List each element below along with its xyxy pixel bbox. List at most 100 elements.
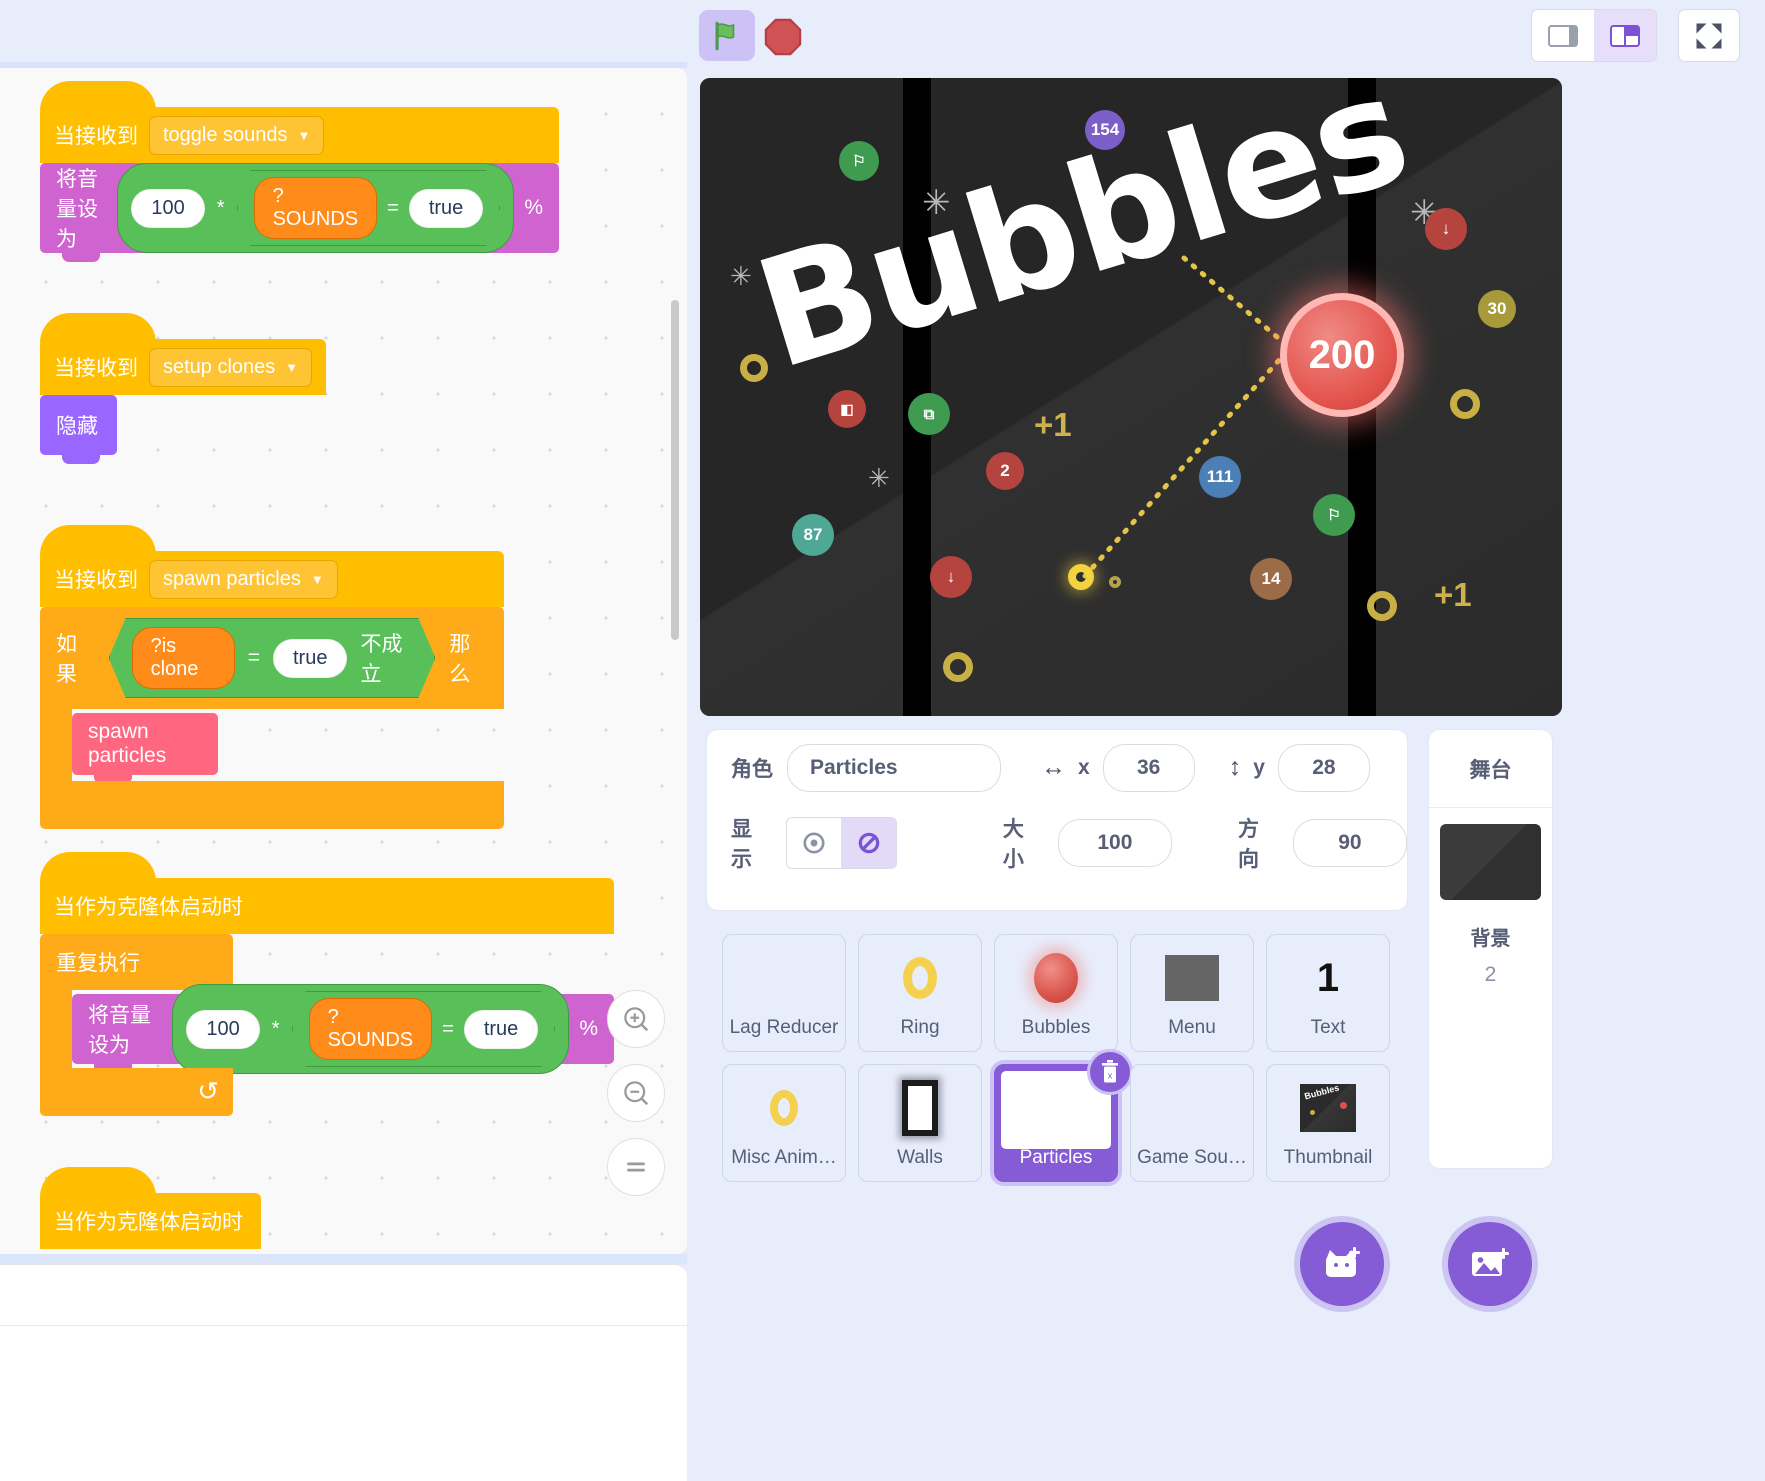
ring-collectible[interactable] [1367, 591, 1397, 621]
if-then-block-footer[interactable] [40, 781, 504, 829]
bubble-111[interactable]: 111 [1199, 456, 1241, 498]
sprite-card-game-sounds[interactable]: Game Sou… [1130, 1064, 1254, 1182]
zoom-controls [607, 990, 665, 1196]
then-label: 那么 [449, 633, 471, 686]
bubble-down-arrow[interactable]: ↓ [1425, 208, 1467, 250]
bubble-154[interactable]: 154 [1085, 110, 1125, 150]
script-clone-start-2[interactable]: 当作为克隆体启动时 [40, 1167, 261, 1249]
bubble-flag-2[interactable]: ⚐ [1313, 494, 1355, 536]
zoom-in-button[interactable] [607, 990, 665, 1048]
sprite-name: Thumbnail [1283, 1147, 1373, 1168]
sprite-card-particles[interactable]: x Particles [994, 1049, 1133, 1182]
y-input[interactable]: 28 [1277, 743, 1370, 792]
ring-collectible[interactable] [1450, 389, 1480, 419]
big-bubble-200[interactable]: 200 [1280, 293, 1404, 417]
sprite-name-input[interactable]: Particles [787, 743, 1001, 792]
set-volume-block[interactable]: 将音量设为 100 * ?SOUNDS = true % [40, 163, 559, 262]
not-condition-block[interactable]: ?is clone = true 不成立 [109, 618, 436, 698]
if-then-block-header[interactable]: 如果 ?is clone = true 不成立 那么 [40, 607, 504, 709]
bubble-14[interactable]: 14 [1250, 558, 1292, 600]
stage-size-controls [1531, 9, 1657, 62]
script-clone-start-volume[interactable]: 当作为克隆体启动时 重复执行 将音量设为 100 * ?SOUNDS = tru… [40, 852, 614, 1116]
x-input[interactable]: 36 [1102, 743, 1195, 792]
bubble-copy[interactable]: ⧉ [908, 393, 950, 435]
forever-block-header[interactable]: 重复执行 [40, 934, 233, 990]
number-input[interactable]: 100 [131, 188, 205, 228]
down-arrow-icon: ↓ [1441, 219, 1451, 238]
script-setup-clones[interactable]: 当接收到 setup clones ▼ 隐藏 [40, 313, 327, 464]
compare-value-input[interactable]: true [464, 1010, 538, 1049]
compare-value-input[interactable]: true [273, 639, 347, 678]
trash-delete-icon: x [1102, 1060, 1118, 1083]
sprite-name: Lag Reducer [729, 1017, 839, 1038]
not-label: 不成立 [360, 633, 403, 686]
custom-block-spawn-particles[interactable]: spawn particles [72, 713, 218, 784]
number-input[interactable]: 100 [186, 1009, 260, 1049]
bubble-87[interactable]: 87 [792, 514, 834, 556]
message-dropdown[interactable]: toggle sounds ▼ [149, 115, 325, 155]
multiply-operator-block[interactable]: 100 * ?SOUNDS = true [172, 984, 570, 1074]
equals-operator-block[interactable]: ?SOUNDS = true [237, 170, 501, 246]
stage-selector-panel[interactable]: 舞台 背景 2 [1428, 729, 1553, 1169]
sprite-card-walls[interactable]: Walls [858, 1064, 982, 1182]
ring-active[interactable] [1068, 564, 1094, 590]
percent-label: % [579, 1017, 598, 1040]
equals-operator-block[interactable]: ?SOUNDS = true [292, 991, 556, 1067]
add-sprite-button[interactable] [1300, 1222, 1384, 1306]
hide-sprite-button[interactable] [841, 817, 896, 868]
stage-display[interactable]: Bubbles ✳ ✳ ✳ ✳ +1 +1 200 154 ⚐ ↓ 30 ◧ ⧉… [700, 78, 1562, 716]
sprite-card-lag-reducer[interactable]: Lag Reducer [722, 934, 846, 1052]
sprite-card-thumbnail[interactable]: Bubbles Thumbnail [1266, 1064, 1390, 1182]
when-i-receive-hat-block[interactable]: 当接收到 setup clones ▼ [40, 313, 327, 395]
script-spawn-particles[interactable]: 当接收到 spawn particles ▼ 如果 ?is clone = tr… [40, 525, 504, 829]
zoom-reset-button[interactable] [607, 1138, 665, 1196]
when-clone-start-hat-block[interactable]: 当作为克隆体启动时 [40, 852, 614, 934]
large-stage-button[interactable] [1594, 10, 1656, 61]
delete-sprite-button[interactable]: x [1087, 1049, 1133, 1095]
sprite-name: Menu [1168, 1017, 1216, 1038]
set-volume-label: 将音量设为 [56, 168, 98, 251]
ring-small[interactable] [1109, 576, 1121, 588]
bubble-2[interactable]: 2 [986, 452, 1024, 490]
message-dropdown[interactable]: spawn particles ▼ [149, 559, 338, 599]
backdrop-count: 2 [1484, 963, 1497, 986]
ring-collectible[interactable] [943, 652, 973, 682]
zoom-out-button[interactable] [607, 1064, 665, 1122]
variable-sounds[interactable]: ?SOUNDS [254, 177, 378, 239]
fullscreen-button[interactable] [1678, 9, 1740, 62]
variable-is-clone[interactable]: ?is clone [132, 627, 235, 689]
dropdown-value: spawn particles [163, 567, 301, 590]
code-vertical-scrollbar[interactable] [671, 300, 679, 640]
hide-block[interactable]: 隐藏 [40, 395, 117, 464]
when-clone-start-hat-block[interactable]: 当作为克隆体启动时 [40, 1167, 261, 1249]
script-toggle-sounds[interactable]: 当接收到 toggle sounds ▼ 将音量设为 100 * ?SOUNDS… [40, 81, 559, 262]
sprite-card-bubbles[interactable]: Bubbles [994, 934, 1118, 1052]
stop-button[interactable] [762, 16, 804, 58]
green-flag-button[interactable] [699, 10, 755, 61]
compare-value-input[interactable]: true [409, 189, 483, 228]
bubble-value: 14 [1261, 569, 1281, 588]
bubble-eraser[interactable]: ◧ [828, 390, 866, 428]
bubble-30[interactable]: 30 [1478, 290, 1516, 328]
when-i-receive-hat-block[interactable]: 当接收到 toggle sounds ▼ [40, 81, 559, 163]
flag-icon: ⚐ [1327, 507, 1341, 524]
sprite-card-menu[interactable]: Menu [1130, 934, 1254, 1052]
direction-input[interactable]: 90 [1292, 818, 1407, 867]
code-workspace[interactable]: 当接收到 toggle sounds ▼ 将音量设为 100 * ?SOUNDS… [0, 68, 687, 1254]
when-i-receive-hat-block[interactable]: 当接收到 spawn particles ▼ [40, 525, 504, 607]
sprite-card-ring[interactable]: Ring [858, 934, 982, 1052]
forever-block-footer[interactable]: ↺ [40, 1068, 233, 1116]
set-volume-block[interactable]: 将音量设为 100 * ?SOUNDS = true % [72, 984, 614, 1074]
message-dropdown[interactable]: setup clones ▼ [149, 347, 313, 387]
show-sprite-button[interactable] [786, 817, 842, 868]
bubble-flag[interactable]: ⚐ [839, 141, 879, 181]
variable-sounds[interactable]: ?SOUNDS [309, 998, 433, 1060]
ring-collectible[interactable] [740, 354, 768, 382]
bubble-down-arrow-2[interactable]: ↓ [930, 556, 972, 598]
size-input[interactable]: 100 [1057, 818, 1172, 867]
sprite-card-text[interactable]: 1 Text [1266, 934, 1390, 1052]
multiply-operator-block[interactable]: 100 * ?SOUNDS = true [117, 163, 515, 253]
small-stage-button[interactable] [1532, 10, 1594, 61]
add-backdrop-button[interactable] [1448, 1222, 1532, 1306]
sprite-card-misc-anim[interactable]: Misc Anim… [722, 1064, 846, 1182]
